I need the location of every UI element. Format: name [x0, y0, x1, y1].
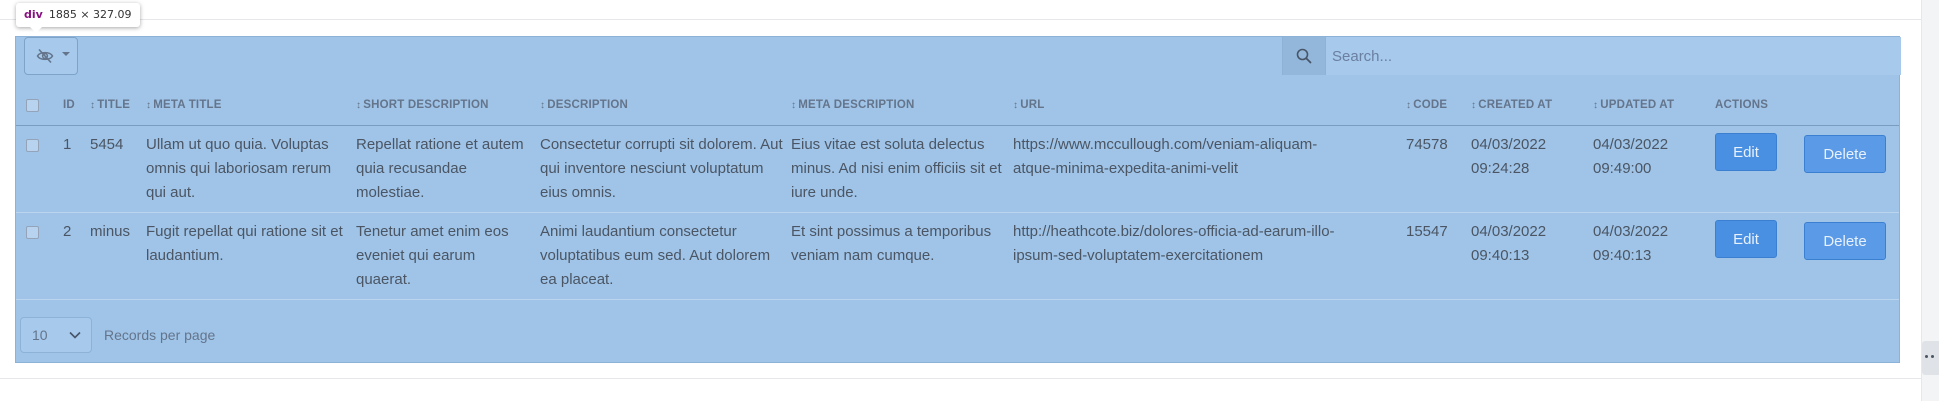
- cell-description: Animi laudantium consectetur voluptatibu…: [540, 212, 791, 300]
- select-all-checkbox[interactable]: [26, 98, 39, 112]
- page-divider-bottom: [0, 378, 1922, 379]
- sort-icon: ↕: [1013, 100, 1019, 111]
- cell-created-at: 04/03/2022 09:24:28: [1471, 125, 1593, 213]
- header-updated-at[interactable]: ↕ UPDATED AT: [1593, 85, 1715, 126]
- cell-code: 15547: [1406, 212, 1471, 300]
- records-table-panel: ID ↕TITLE ↕META TITLE ↕SHORT DESCRIPTION…: [15, 36, 1901, 363]
- tooltip-tag: div: [24, 8, 43, 21]
- header-id[interactable]: ID: [63, 85, 90, 126]
- header-meta-description[interactable]: ↕ META DESCRIPTION: [791, 85, 1013, 126]
- tooltip-dimensions: 1885 × 327.09: [48, 8, 132, 21]
- header-title[interactable]: ↕ TITLE: [90, 85, 146, 126]
- cell-meta-title: Ullam ut quo quia. Voluptas omnis qui la…: [146, 125, 356, 213]
- vertical-scrollbar[interactable]: [1921, 0, 1939, 401]
- per-page-value: 10: [32, 327, 48, 343]
- records-per-page-label: Records per page: [104, 327, 216, 343]
- records-table: ID ↕ TITLE ↕ META TITLE ↕ SHORT DESCRIPTION…: [16, 85, 1899, 300]
- cell-description: Consectetur corrupti sit dolorem. Aut qu…: [540, 125, 791, 213]
- header-short-description[interactable]: ↕ SHORT DESCRIPTION: [356, 85, 540, 126]
- devtools-inspect-tooltip: div 1885 × 327.09: [16, 3, 140, 33]
- header-code[interactable]: ↕ CODE: [1406, 85, 1471, 126]
- eye-slash-icon: [36, 48, 54, 64]
- edit-button[interactable]: Edit: [1715, 133, 1777, 171]
- row-checkbox[interactable]: [26, 139, 39, 152]
- cell-short-description: Tenetur amet enim eos eveniet qui earum …: [356, 212, 540, 300]
- cell-url: http://heathcote.biz/dolores-officia-ad-…: [1013, 212, 1406, 300]
- sort-icon: ↕: [90, 100, 96, 111]
- cell-title: 5454: [90, 125, 146, 213]
- cell-code: 74578: [1406, 125, 1471, 213]
- cell-updated-at: 04/03/2022 09:40:13: [1593, 212, 1715, 300]
- header-created-at[interactable]: ↕ CREATED AT: [1471, 85, 1593, 126]
- sort-icon: ↕: [791, 100, 797, 111]
- cell-id: 1: [63, 125, 90, 213]
- table-row: 2 minus Fugit repellat qui ratione sit e…: [16, 212, 1899, 300]
- cell-meta-description: Et sint possimus a temporibus veniam nam…: [791, 212, 1013, 300]
- row-checkbox[interactable]: [26, 226, 39, 239]
- cell-edit: Edit: [1715, 125, 1804, 213]
- row-select-cell: [16, 212, 63, 300]
- cell-created-at: 04/03/2022 09:40:13: [1471, 212, 1593, 300]
- chevron-down-icon: [62, 52, 70, 56]
- delete-button[interactable]: Delete: [1804, 135, 1886, 173]
- table-header-row: ID ↕ TITLE ↕ META TITLE ↕ SHORT DESCRIPTION…: [16, 85, 1899, 126]
- grip-dots-icon: [1925, 355, 1928, 358]
- cell-id: 2: [63, 212, 90, 300]
- cell-delete: Delete: [1804, 212, 1899, 300]
- sort-icon: ↕: [1593, 100, 1599, 111]
- header-meta-title[interactable]: ↕ META TITLE: [146, 85, 356, 126]
- sort-icon: ↕: [146, 100, 152, 111]
- sort-icon: ↕: [1406, 100, 1412, 111]
- cell-meta-title: Fugit repellat qui ratione sit et laudan…: [146, 212, 356, 300]
- cell-delete: Delete: [1804, 125, 1899, 213]
- records-per-page-select[interactable]: 10: [20, 317, 92, 353]
- row-select-cell: [16, 125, 63, 213]
- cell-short-description: Repellat ratione et autem quia recusanda…: [356, 125, 540, 213]
- search-icon: [1296, 48, 1312, 64]
- edit-button[interactable]: Edit: [1715, 220, 1777, 258]
- search-icon-wrap: [1283, 37, 1326, 75]
- cell-title: minus: [90, 212, 146, 300]
- header-url[interactable]: ↕ URL: [1013, 85, 1406, 126]
- select-all-cell: [16, 85, 63, 126]
- header-description[interactable]: ↕ DESCRIPTION: [540, 85, 791, 126]
- scrollbar-thumb[interactable]: [1922, 341, 1939, 375]
- delete-button[interactable]: Delete: [1804, 222, 1886, 260]
- search-input[interactable]: [1326, 37, 1896, 75]
- cell-edit: Edit: [1715, 212, 1804, 300]
- sort-icon: ↕: [540, 100, 546, 111]
- chevron-down-icon: [69, 331, 81, 339]
- column-visibility-toggle[interactable]: [24, 37, 78, 75]
- sort-icon: ↕: [1471, 100, 1477, 111]
- sort-icon: ↕: [356, 100, 362, 111]
- header-actions: ACTIONS: [1715, 85, 1899, 126]
- search-box: [1282, 37, 1901, 75]
- page-divider-top: [0, 19, 1922, 20]
- table-row: 1 5454 Ullam ut quo quia. Voluptas omnis…: [16, 125, 1899, 213]
- cell-url: https://www.mccullough.com/veniam-aliqua…: [1013, 125, 1406, 213]
- cell-meta-description: Eius vitae est soluta delectus minus. Ad…: [791, 125, 1013, 213]
- cell-updated-at: 04/03/2022 09:49:00: [1593, 125, 1715, 213]
